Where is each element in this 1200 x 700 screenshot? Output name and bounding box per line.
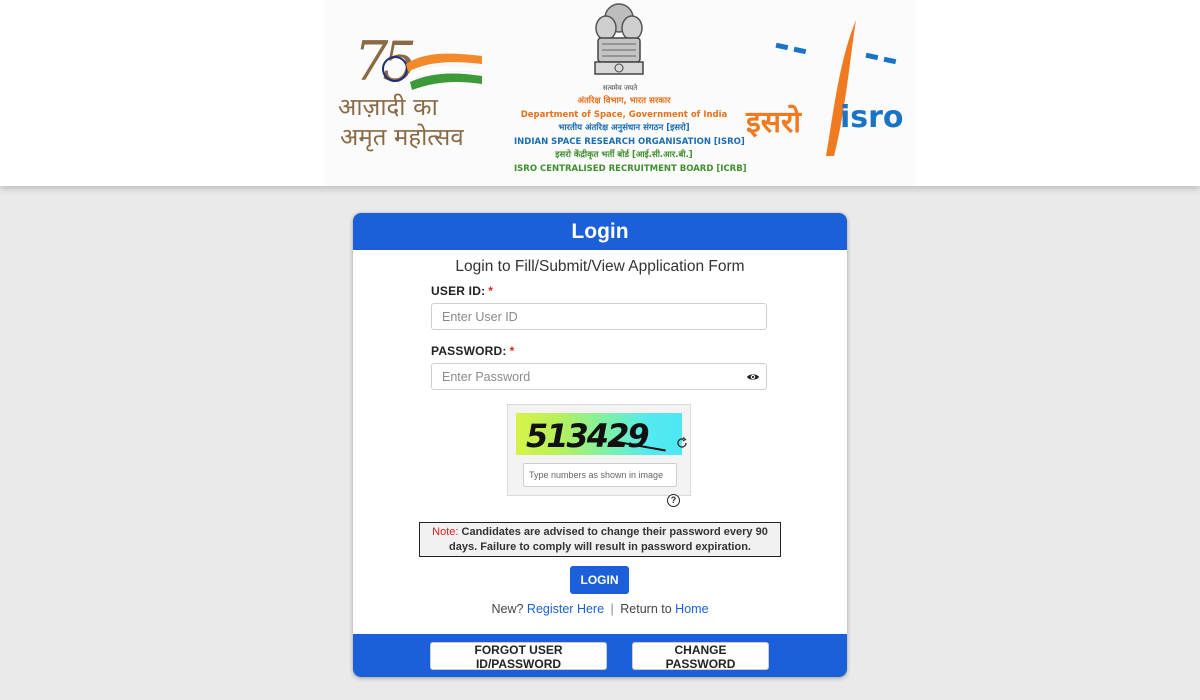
register-here-link[interactable]: Register Here xyxy=(527,602,604,616)
org-line-5: इसरो केंद्रीकृत भर्ती बोर्ड [आई.सी.आर.बी… xyxy=(555,150,693,160)
isro-logo-hindi: इसरो xyxy=(746,105,802,140)
login-title: Login xyxy=(353,213,847,250)
required-mark: * xyxy=(509,344,515,358)
login-button[interactable]: LOGIN xyxy=(570,566,629,594)
link-separator: | xyxy=(610,602,614,616)
site-header: 75 आज़ादी का अमृत महोत्सव सत्यमेव जयते अ… xyxy=(0,0,1200,186)
note-label: Note: xyxy=(432,526,459,538)
captcha-text: 513429 xyxy=(526,417,650,455)
national-emblem-icon xyxy=(594,3,644,75)
captcha-box: 513429 xyxy=(507,404,691,496)
isro-logo: इसरो isro xyxy=(744,18,906,158)
password-input[interactable] xyxy=(431,363,767,390)
azadi-ka-amrit-mahotsav-logo: 75 आज़ादी का अमृत महोत्सव xyxy=(336,28,506,158)
user-id-input[interactable] xyxy=(431,303,767,330)
org-line-3: भारतीय अंतरिक्ष अनुसंधान संगठन [इसरो] xyxy=(558,123,690,133)
password-expiry-note: Note: Candidates are advised to change t… xyxy=(419,522,781,557)
refresh-captcha-icon[interactable] xyxy=(676,437,688,449)
captcha-image: 513429 xyxy=(516,413,687,455)
organisation-title: अंतरिक्ष विभाग, भारत सरकार Department of… xyxy=(514,95,747,176)
show-password-eye-icon[interactable] xyxy=(746,370,760,384)
register-home-links: New? Register Here | Return to Home xyxy=(353,602,847,616)
org-line-6: ISRO CENTRALISED RECRUITMENT BOARD [ICRB… xyxy=(514,163,747,174)
captcha-help-icon[interactable]: ? xyxy=(667,494,680,507)
emblem-motto: सत्यमेव जयते xyxy=(602,84,638,92)
isro-logo-english: isro xyxy=(840,100,904,135)
org-line-1: अंतरिक्ष विभाग, भारत सरकार xyxy=(577,96,671,106)
change-password-button[interactable]: CHANGE PASSWORD xyxy=(632,642,769,671)
login-subtitle: Login to Fill/Submit/View Application Fo… xyxy=(455,258,745,275)
azadi-logo-line2: अमृत महोत्सव xyxy=(340,123,464,151)
password-label: PASSWORD: * xyxy=(431,344,514,358)
home-link[interactable]: Home xyxy=(675,602,708,616)
login-card-footer: FORGOT USER ID/PASSWORD CHANGE PASSWORD xyxy=(353,634,847,677)
forgot-user-id-password-button[interactable]: FORGOT USER ID/PASSWORD xyxy=(430,642,607,671)
note-text: Candidates are advised to change their p… xyxy=(449,526,768,553)
azadi-logo-line1: आज़ादी का xyxy=(338,93,438,121)
user-id-label-text: USER ID: xyxy=(431,284,486,298)
user-id-label: USER ID: * xyxy=(431,284,493,298)
new-text: New? xyxy=(491,602,524,616)
org-line-2: Department of Space, Government of India xyxy=(520,109,728,120)
login-card: Login Login to Fill/Submit/View Applicat… xyxy=(353,213,847,677)
tricolor-flag-icon xyxy=(406,53,483,90)
required-mark: * xyxy=(488,284,494,298)
org-line-4: INDIAN SPACE RESEARCH ORGANISATION [ISRO… xyxy=(514,136,745,147)
return-text: Return to xyxy=(620,602,672,616)
password-label-text: PASSWORD: xyxy=(431,344,507,358)
captcha-input[interactable] xyxy=(523,463,677,487)
